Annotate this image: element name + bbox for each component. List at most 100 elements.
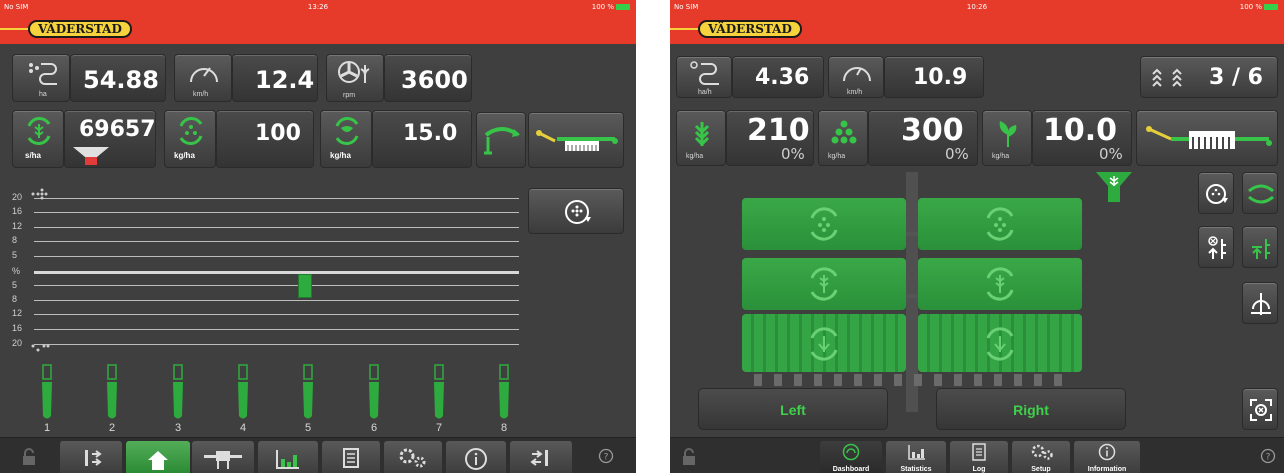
tramline-lift-button[interactable] bbox=[1242, 226, 1278, 268]
log-icon bbox=[972, 443, 986, 461]
seed-rate-value: 69657 bbox=[64, 110, 156, 168]
area-rate-icon-tile[interactable]: ha/h bbox=[676, 56, 732, 98]
marker-toggle-button[interactable] bbox=[1242, 172, 1278, 214]
status-bar: No SIM 10:26 100 % bbox=[670, 0, 1284, 14]
row-lift-button[interactable] bbox=[1198, 226, 1234, 268]
area-counter-icon-tile[interactable]: ha bbox=[12, 54, 70, 102]
coulter-meter-icon bbox=[810, 327, 838, 361]
row-unit[interactable] bbox=[170, 364, 186, 424]
setup-tab[interactable]: Setup bbox=[1012, 441, 1070, 473]
calibration-button[interactable] bbox=[1198, 172, 1234, 214]
clock: 13:26 bbox=[307, 3, 329, 11]
speed-icon-tile[interactable]: km/h bbox=[828, 56, 884, 98]
svg-text:?: ? bbox=[1266, 453, 1271, 463]
tramline-counter-tile[interactable]: 3 / 6 bbox=[1140, 56, 1278, 98]
headland-button[interactable] bbox=[1242, 282, 1278, 324]
coulter-meter-icon bbox=[986, 327, 1014, 361]
log-tab[interactable] bbox=[322, 441, 380, 473]
information-tab[interactable]: Information bbox=[1074, 441, 1140, 473]
battery-indicator: 100 % bbox=[592, 3, 630, 11]
dashboard-tab[interactable]: Dashboard bbox=[820, 441, 882, 473]
calibration-icon bbox=[1206, 184, 1228, 204]
drill-icon bbox=[204, 451, 242, 469]
bar-chart-icon bbox=[908, 445, 925, 460]
right-coulter-section[interactable] bbox=[918, 314, 1082, 372]
row-number-label: 6 bbox=[370, 422, 378, 434]
drill-tab[interactable] bbox=[192, 441, 254, 473]
fertilizer-tile[interactable]: kg/ha bbox=[818, 110, 868, 166]
statistics-tab[interactable]: Statistics bbox=[886, 441, 946, 473]
row-unit[interactable] bbox=[496, 364, 512, 424]
row-unit[interactable] bbox=[104, 364, 120, 424]
row-unit[interactable] bbox=[235, 364, 251, 424]
microgranule-meter-icon bbox=[335, 117, 359, 145]
area-counter-value: 54.88 bbox=[70, 54, 166, 102]
gears-icon bbox=[399, 448, 426, 468]
right-seed-section[interactable] bbox=[918, 198, 1082, 250]
row-unit-icon bbox=[499, 364, 509, 419]
statistics-tab[interactable] bbox=[258, 441, 318, 473]
info-icon bbox=[465, 448, 487, 470]
marker-arm-icon bbox=[1248, 184, 1274, 204]
fertilizer-meter-tile[interactable]: kg/ha bbox=[164, 110, 216, 168]
row-number-label: 8 bbox=[500, 422, 508, 434]
grain-meter-icon bbox=[810, 267, 838, 301]
implement-status-button[interactable] bbox=[1136, 110, 1278, 166]
help-icon[interactable]: ? bbox=[1260, 448, 1276, 464]
fertilizer-rate-value: 300 0% bbox=[868, 110, 978, 166]
home-tab[interactable] bbox=[126, 441, 190, 473]
row-unit[interactable] bbox=[366, 364, 382, 424]
row-unit[interactable] bbox=[300, 364, 316, 424]
right-grain-section[interactable] bbox=[918, 258, 1082, 310]
setup-tab[interactable] bbox=[384, 441, 442, 473]
section-control-button[interactable] bbox=[1242, 388, 1278, 430]
gears-icon bbox=[1031, 444, 1053, 460]
information-tab[interactable] bbox=[446, 441, 506, 473]
row-shutoff-icon bbox=[85, 450, 102, 466]
hopper-status-icon bbox=[1096, 172, 1132, 202]
row-unit-icon bbox=[434, 364, 444, 419]
plant-rate-value: 10.0 0% bbox=[1032, 110, 1132, 166]
row-unit[interactable] bbox=[431, 364, 447, 424]
battery-indicator: 100 % bbox=[1240, 3, 1278, 11]
tramline-shift-tab[interactable] bbox=[510, 441, 572, 473]
lock-icon[interactable] bbox=[22, 448, 36, 466]
section-control-icon bbox=[1250, 399, 1272, 421]
row-number-label: 1 bbox=[43, 422, 51, 434]
left-grain-section[interactable] bbox=[742, 258, 906, 310]
row-shutoff-tab[interactable] bbox=[60, 441, 122, 473]
implement-status-button[interactable] bbox=[528, 112, 624, 168]
microgranule-meter-tile[interactable]: kg/ha bbox=[320, 110, 372, 168]
seed-meter-icon bbox=[810, 207, 838, 241]
lock-icon[interactable] bbox=[682, 448, 696, 466]
headland-icon bbox=[1251, 293, 1271, 315]
tramline-icon bbox=[1152, 68, 1182, 87]
fan-icon-tile[interactable]: rpm bbox=[326, 54, 384, 102]
speed-icon-tile[interactable]: km/h bbox=[174, 54, 232, 102]
left-screen: No SIM 13:26 100 % VÄDERSTAD ha 54.88 km… bbox=[0, 0, 636, 473]
left-seed-section[interactable] bbox=[742, 198, 906, 250]
row-unit[interactable] bbox=[39, 364, 55, 424]
dashboard-icon bbox=[842, 443, 860, 461]
log-tab[interactable]: Log bbox=[950, 441, 1008, 473]
row-number-label: 4 bbox=[239, 422, 247, 434]
plant-tile[interactable]: kg/ha bbox=[982, 110, 1032, 166]
area-rate-value: 4.36 bbox=[732, 56, 824, 98]
row-unit-icon bbox=[173, 364, 183, 419]
high-density-icon bbox=[31, 188, 48, 200]
battery-icon bbox=[1264, 4, 1278, 10]
plant-icon bbox=[999, 121, 1017, 147]
hopper-icon bbox=[73, 147, 109, 165]
calibration-button[interactable] bbox=[528, 188, 624, 234]
coulter-row bbox=[754, 374, 1074, 386]
marker-arm-button[interactable] bbox=[476, 112, 526, 168]
row-number-label: 3 bbox=[174, 422, 182, 434]
help-icon[interactable]: ? bbox=[598, 448, 614, 464]
seed-tile[interactable]: kg/ha bbox=[676, 110, 726, 166]
status-bar: No SIM 13:26 100 % bbox=[0, 0, 636, 14]
left-section-button[interactable]: Left bbox=[698, 388, 888, 430]
left-coulter-section[interactable] bbox=[742, 314, 906, 372]
clock: 10:26 bbox=[966, 3, 988, 11]
seed-meter-tile[interactable]: s/ha bbox=[12, 110, 64, 168]
right-section-button[interactable]: Right bbox=[936, 388, 1126, 430]
